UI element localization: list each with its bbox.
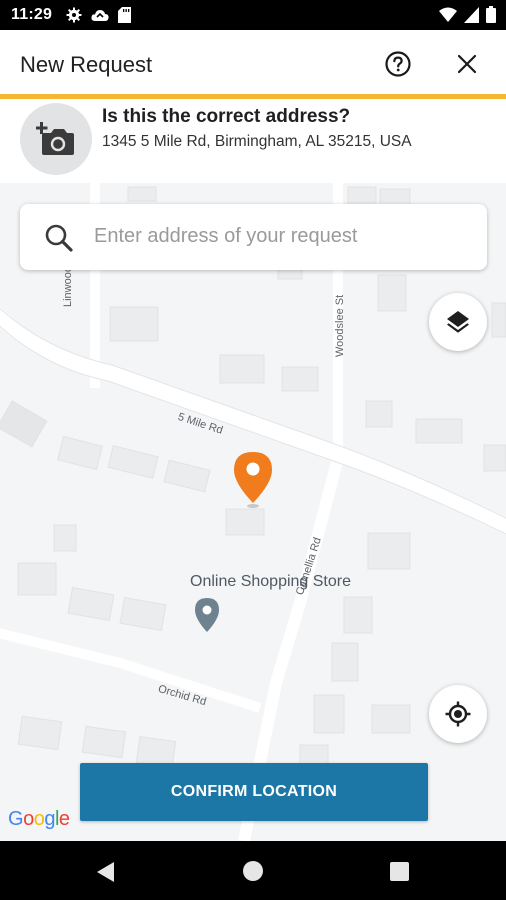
status-right-icons xyxy=(439,6,496,23)
cloud-sync-icon xyxy=(91,10,109,21)
wifi-icon xyxy=(439,7,457,22)
my-location-button[interactable] xyxy=(429,685,487,743)
address-panel: Is this the correct address? 1345 5 Mile… xyxy=(0,99,506,183)
address-text: 1345 5 Mile Rd, Birmingham, AL 35215, US… xyxy=(102,133,412,150)
gear-icon xyxy=(66,7,82,23)
map-background xyxy=(0,183,506,841)
street-label-woodslee: Woodslee St xyxy=(334,294,346,357)
map-view[interactable]: Linwood St Woodslee St 5 Mile Rd Camelli… xyxy=(0,183,506,841)
google-logo-letter: G xyxy=(8,808,24,830)
confirm-location-button[interactable]: CONFIRM LOCATION xyxy=(80,763,428,821)
search-bar xyxy=(20,204,487,270)
search-input[interactable] xyxy=(94,216,474,256)
layers-icon xyxy=(447,311,469,333)
app-bar: New Request xyxy=(0,30,506,94)
help-circle-icon xyxy=(385,51,411,77)
cellular-icon xyxy=(464,6,479,23)
close-button[interactable] xyxy=(455,52,479,76)
back-icon[interactable] xyxy=(96,861,116,883)
home-icon[interactable] xyxy=(243,861,263,881)
google-logo-letter: g xyxy=(44,808,55,830)
status-time: 11:29 xyxy=(11,6,53,23)
status-bar: 11:29 xyxy=(0,0,506,30)
google-logo-letter: e xyxy=(58,808,70,830)
location-pin-icon[interactable] xyxy=(233,451,273,509)
google-logo: Google xyxy=(8,808,70,831)
layers-button[interactable] xyxy=(429,293,487,351)
sd-card-icon xyxy=(118,7,131,23)
my-location-icon xyxy=(445,701,471,727)
poi-pin-icon[interactable] xyxy=(194,597,220,633)
add-photo-button[interactable] xyxy=(20,103,92,175)
search-icon[interactable] xyxy=(44,223,74,253)
battery-icon xyxy=(486,6,496,23)
recents-icon[interactable] xyxy=(390,862,409,881)
add-photo-icon xyxy=(36,122,74,155)
close-icon xyxy=(457,54,477,74)
google-logo-letter: o xyxy=(23,808,34,830)
help-button[interactable] xyxy=(384,50,412,78)
status-left-icons xyxy=(66,7,131,23)
google-logo-letter: o xyxy=(33,808,45,830)
poi-label[interactable]: Online Shopping Store xyxy=(190,573,351,591)
page-title: New Request xyxy=(20,52,153,77)
nav-bar xyxy=(0,841,506,900)
address-question: Is this the correct address? xyxy=(102,106,351,127)
